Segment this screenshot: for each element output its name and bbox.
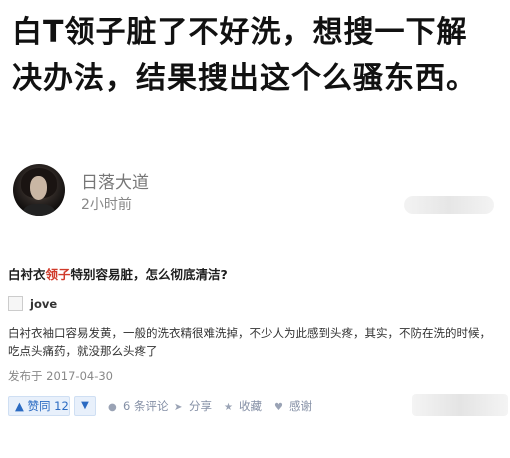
comments-button[interactable]: ● 6 条评论: [108, 398, 168, 416]
heart-icon: ♥: [274, 402, 283, 413]
publish-date: 发布于 2017-04-30: [8, 369, 113, 383]
share-button[interactable]: ➤ 分享: [174, 398, 212, 416]
upvote-button[interactable]: ▲ 赞同 12: [8, 396, 70, 416]
author-row: 日落大道 2小时前: [13, 162, 498, 220]
answerer-avatar[interactable]: [8, 296, 23, 311]
blurred-area: [404, 196, 494, 214]
question-title-pre: 白衬衣: [8, 267, 46, 282]
author-name[interactable]: 日落大道: [81, 168, 149, 193]
comments-label: 6 条评论: [123, 399, 169, 413]
speech-bubble-icon: ●: [108, 402, 117, 413]
thanks-label: 感谢: [289, 399, 312, 413]
share-label: 分享: [189, 399, 212, 413]
answer-body: 白衬衣袖口容易发黄，一般的洗衣精很难洗掉，不少人为此感到头疼，其实，不防在洗的时…: [8, 326, 491, 358]
thanks-button[interactable]: ♥ 感谢: [274, 398, 312, 416]
avatar[interactable]: [13, 164, 65, 216]
downvote-button[interactable]: ▼: [74, 396, 96, 416]
question-title-post: 特别容易脏，怎么彻底清洁?: [70, 267, 228, 282]
collect-button[interactable]: ★ 收藏: [224, 398, 262, 416]
post-time: 2小时前: [81, 197, 132, 213]
post-headline: 白T领子脏了不好洗，想搜一下解决办法，结果搜出这个么骚东西。: [12, 15, 477, 96]
blurred-area-2: [412, 394, 508, 416]
collect-label: 收藏: [239, 399, 262, 413]
question-title-highlight: 领子: [45, 267, 71, 282]
star-icon: ★: [224, 402, 233, 413]
question-title[interactable]: 白衬衣领子特别容易脏，怎么彻底清洁?: [8, 264, 228, 283]
answerer-name[interactable]: jove: [30, 297, 57, 311]
paper-plane-icon: ➤: [174, 402, 183, 413]
embedded-answer-screenshot: 白衬衣领子特别容易脏，怎么彻底清洁? jove 白衬衣袖口容易发黄，一般的洗衣精…: [0, 262, 510, 458]
